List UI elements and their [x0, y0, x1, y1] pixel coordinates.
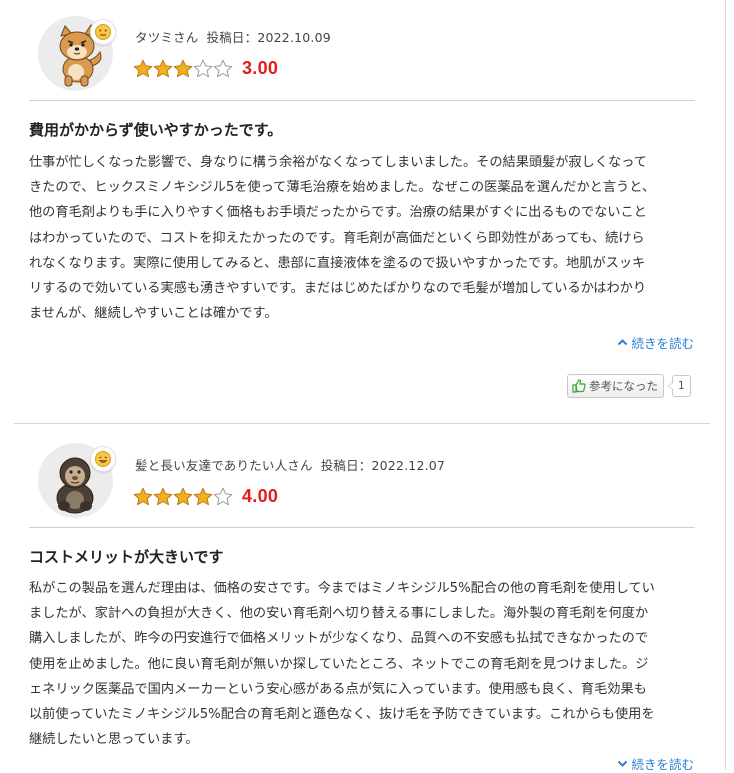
- review-body-line: ましたが、家計への負担が大きく、他の安い育毛剤へ切り替える事にしました。海外製の…: [29, 606, 649, 622]
- page-right-border: [725, 0, 726, 770]
- chevron-up-icon: [618, 339, 628, 346]
- read-more-link[interactable]: 続きを読む: [617, 754, 694, 773]
- helpful-count: 1: [668, 375, 691, 397]
- review-body-line: ませんが、継続しやすいことは確かです。: [29, 306, 278, 322]
- thumbs-up-icon: [572, 379, 586, 393]
- review-item: 髪と長い友達でありたい人さん 投稿日：2022.12.07 4.00 コストメリッ…: [0, 424, 725, 773]
- happy-face-icon: [90, 446, 116, 472]
- review-body-line: 仕事が忙しくなった影響で、身なりに構う余裕がなくなってしまいました。その結果頭髪…: [29, 155, 647, 170]
- star-filled-icon: [133, 487, 153, 506]
- gorilla-illustration: [56, 457, 94, 514]
- review-meta: タツミさん 投稿日：2022.10.09: [135, 27, 331, 46]
- review-title: コストメリットが大きいです: [29, 548, 224, 566]
- post-date-label: 投稿日：: [320, 458, 372, 473]
- review-body-line: 以前使っていたミノキシジル5%配合の育毛剤と遜色なく、抜け毛を予防できています。…: [29, 707, 655, 723]
- helpful-button[interactable]: 参考になった: [567, 374, 664, 398]
- review-body-line: リするので効いている実感も湧きやすいです。まだはじめたばかりなので毛髪が増加して…: [29, 281, 647, 297]
- review-body-line: きたので、ヒックスミノキシジル5を使って薄毛治療を始めました。なぜこの医薬品を選…: [29, 180, 656, 196]
- review-title: 費用がかからず使いやすかったです。: [29, 121, 283, 139]
- star-filled-icon: [193, 487, 213, 506]
- post-date: 2022.12.07: [371, 458, 446, 473]
- review-body-line: れなくなります。実際に使用してみると、患部に直接液体を塗るので扱いやすかったです…: [29, 255, 646, 271]
- post-date: 2022.10.09: [257, 30, 331, 45]
- review-body-line: 継続したいと思っています。: [29, 732, 199, 748]
- post-date-label: 投稿日：: [206, 30, 258, 45]
- reviewer-name: 髪と長い友達でありたい人さん: [135, 458, 313, 473]
- reviewer-name: タツミさん: [135, 30, 199, 45]
- review-body-line: 他の育毛剤よりも手に入りやすく価格もお手頃だったからです。治療の結果がすぐに出る…: [29, 205, 647, 221]
- rating-score: 4.00: [242, 486, 279, 506]
- read-more-link[interactable]: 続きを読む: [617, 333, 694, 352]
- helpful-label: 参考になった: [589, 379, 658, 393]
- star-filled-icon: [153, 487, 173, 506]
- star-filled-icon: [173, 59, 193, 78]
- read-more-label: 続きを読む: [631, 336, 694, 351]
- review-body-line: ェネリック医薬品で国内メーカーという安心感がある点が気に入っています。使用感も良…: [29, 681, 647, 697]
- star-empty-icon: [213, 487, 233, 506]
- star-empty-icon: [193, 59, 213, 78]
- review-meta: 髪と長い友達でありたい人さん 投稿日：2022.12.07: [135, 455, 445, 474]
- chevron-down-icon: [618, 760, 628, 767]
- divider: [29, 527, 695, 528]
- review-body-line: はわかっていたので、コストを抑えたかったのです。育毛剤が高価だといくら即効性があ…: [29, 230, 645, 246]
- star-filled-icon: [153, 59, 173, 78]
- review-item: タツミさん 投稿日：2022.10.09 3.00 費用がかからず使いやすかったで…: [0, 0, 725, 424]
- divider: [29, 100, 695, 101]
- star-filled-icon: [133, 59, 153, 78]
- review-body: 仕事が忙しくなった影響で、身なりに構う余裕がなくなってしまいました。その結果頭髪…: [29, 150, 695, 326]
- review-body-line: 私がこの製品を選んだ理由は、価格の安さです。今まではミノキシジル5%配合の他の育…: [29, 581, 655, 596]
- review-body: 私がこの製品を選んだ理由は、価格の安さです。今まではミノキシジル5%配合の他の育…: [29, 576, 695, 752]
- star-empty-icon: [213, 59, 233, 78]
- rating-score: 3.00: [242, 58, 279, 78]
- helpful-vote: 参考になった 1: [567, 374, 691, 398]
- star-rating: [133, 59, 233, 79]
- neutral-face-icon: [90, 19, 116, 45]
- review-body-line: 購入しましたが、昨今の円安進行で価格メリットが少なくなり、品質への不安感も払拭で…: [29, 631, 649, 647]
- review-body-line: 使用を止めました。他に良い育毛剤が無いか探していたところ、ネットでこの育毛剤を見…: [29, 656, 649, 672]
- star-filled-icon: [173, 487, 193, 506]
- star-rating: [133, 487, 233, 507]
- read-more-label: 続きを読む: [631, 757, 694, 772]
